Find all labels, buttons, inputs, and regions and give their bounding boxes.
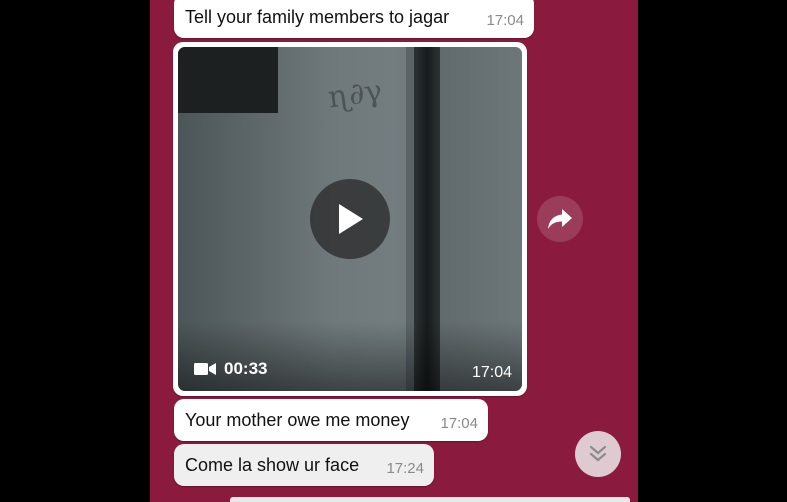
video-duration: 00:33 [194, 359, 267, 379]
message-bubble[interactable]: Come la show ur face 17:24 [174, 444, 434, 486]
share-button[interactable] [537, 196, 583, 242]
video-camera-icon [194, 363, 216, 375]
message-time: 17:04 [471, 364, 512, 381]
message-bubble[interactable]: Tell your family members to jagar 17:04 [174, 0, 534, 38]
chat-area: Tell your family members to jagar 17:04 … [150, 0, 638, 502]
message-time: 17:04 [486, 12, 524, 29]
play-icon [339, 204, 363, 234]
message-text: Your mother owe me money [185, 410, 410, 430]
scroll-to-bottom-button[interactable] [575, 431, 621, 477]
video-thumbnail[interactable]: ɳ∂γ 00:33 17:04 [178, 47, 522, 391]
video-message[interactable]: ɳ∂γ 00:33 17:04 [173, 42, 527, 396]
play-button[interactable] [310, 179, 390, 259]
double-chevron-down-icon [589, 445, 607, 462]
message-time: 17:24 [386, 460, 424, 477]
message-time: 17:04 [440, 415, 478, 432]
message-bubble[interactable]: Your mother owe me money 17:04 [174, 399, 488, 441]
input-bar-edge [230, 497, 630, 502]
message-text: Come la show ur face [185, 455, 360, 475]
duration-text: 00:33 [224, 359, 268, 378]
wall-scribble: ɳ∂γ [325, 73, 385, 116]
message-text: Tell your family members to jagar [185, 7, 450, 27]
share-arrow-icon [548, 209, 572, 229]
